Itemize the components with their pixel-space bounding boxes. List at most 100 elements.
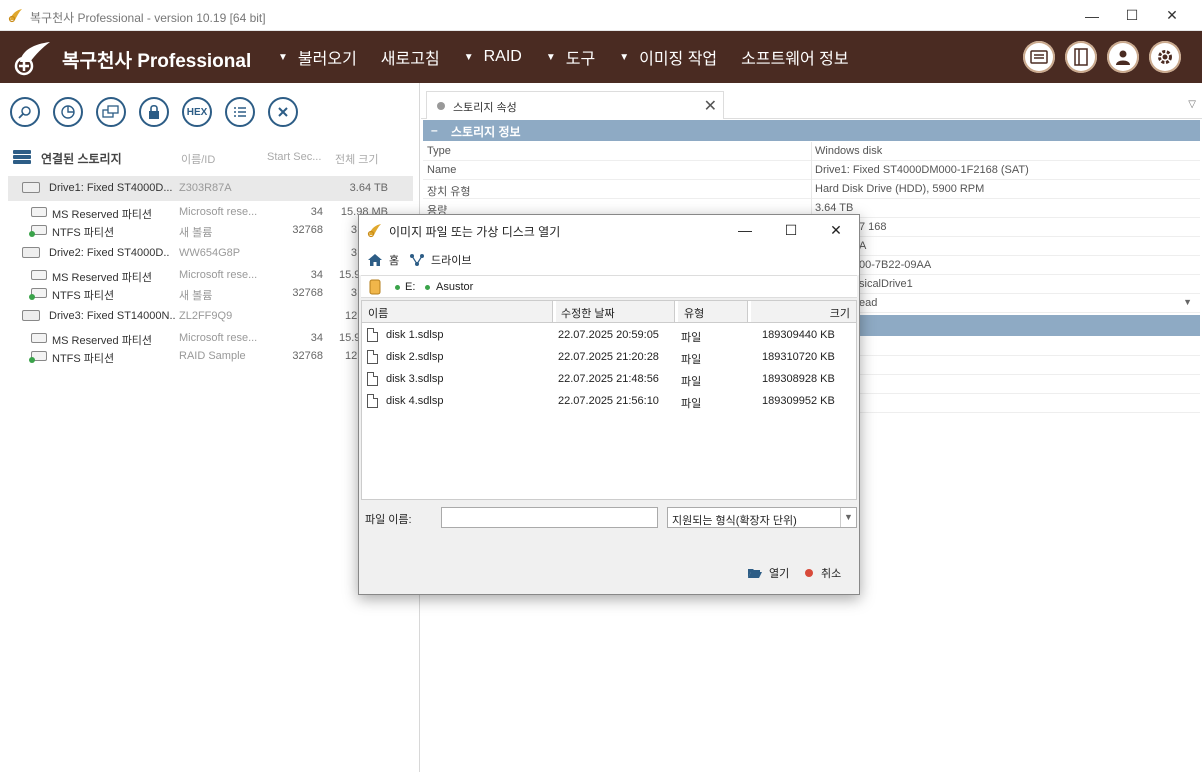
property-key: Type [427,145,451,157]
copy-disk-button[interactable] [96,97,126,127]
list-button[interactable] [225,97,255,127]
partition-row[interactable]: MS Reserved 파티션 Microsoft rese... 34 15.… [0,203,420,221]
file-list: 이름 수정한 날짜 유형 크기 disk 1.sdlsp 22.07.2025 … [361,300,857,500]
lock-icon [149,104,159,119]
folder-open-icon [748,569,762,578]
dropdown-arrow-icon[interactable]: ▼ [1183,297,1192,307]
column-name[interactable]: 이름 [362,301,553,322]
column-start[interactable]: Start Sec... [267,151,321,163]
file-modified: 22.07.2025 20:59:05 [558,329,659,341]
menu-refresh[interactable]: 새로고침 [381,45,440,69]
filetype-select[interactable]: 지원되는 형식(확장자 단위) ▼ [667,507,857,528]
disk-name: Drive3: Fixed ST14000N... [49,310,175,322]
dialog-title: 이미지 파일 또는 가상 디스크 열기 [389,225,561,239]
partition-start: 32768 [292,350,323,362]
file-row[interactable]: disk 4.sdlsp 22.07.2025 21:56:10 파일 1893… [362,391,856,413]
search-button[interactable] [10,97,40,127]
close-storage-button[interactable] [268,97,298,127]
disk-id: WW654G8P [179,247,241,259]
property-row: 장치 유형 Hard Disk Drive (HDD), 5900 RPM [423,180,1200,199]
menu-imaging[interactable]: ▼ 이미징 작업 [619,45,717,69]
tab-menu-icon[interactable]: ▽ [1188,99,1196,110]
partition-chart-button[interactable] [53,97,83,127]
file-type: 파일 [681,354,702,366]
disk-row-drive3[interactable]: Drive3: Fixed ST14000N... ZL2FF9Q9 12 [0,307,420,325]
file-type: 파일 [681,332,702,344]
panel-toggle-button[interactable] [1065,41,1097,73]
title-bar: 복구천사 Professional - version 10.19 [64 bi… [0,0,1202,31]
disk-row-drive1[interactable]: Drive1: Fixed ST4000D... Z303R87A 3.64 T… [8,176,413,201]
column-size[interactable]: 전체 크기 [335,151,379,167]
partition-start: 34 [310,269,323,281]
tab-close-icon[interactable]: ✕ [704,96,717,116]
log-button[interactable] [1023,41,1055,73]
partition-row[interactable]: NTFS 파티션 새 볼륨 32768 3 [0,284,420,302]
dialog-minimize-button[interactable]: — [722,215,768,245]
property-value: 7 168 [859,221,887,233]
property-value: ead [859,297,878,309]
tab-storage-properties[interactable]: 스토리지 속성 ✕ [426,91,724,119]
path-folder[interactable]: Asustor [436,281,473,293]
filename-label: 파일 이름: [365,514,412,526]
property-value: Hard Disk Drive (HDD), 5900 RPM [815,183,985,195]
partition-start: 34 [310,206,323,218]
section-title: 스토리지 정보 [451,125,521,139]
account-button[interactable] [1107,41,1139,73]
menu-about[interactable]: 소프트웨어 정보 [741,45,849,69]
property-value: Windows disk [815,145,883,157]
disk-size: 3 [350,247,357,259]
partition-row[interactable]: NTFS 파티션 새 볼륨 32768 3 [0,221,420,239]
menu-raid[interactable]: ▼ RAID [464,48,522,66]
file-row[interactable]: disk 2.sdlsp 22.07.2025 21:20:28 파일 1893… [362,347,856,369]
close-window-button[interactable]: ✕ [1152,0,1192,31]
partition-id: Microsoft rese... [179,206,258,218]
drives-button[interactable]: 드라이브 [409,252,471,268]
disk-row-drive2[interactable]: Drive2: Fixed ST4000D... WW654G8P 3 [0,244,420,262]
partition-size: 3 [350,224,357,236]
home-button[interactable]: 홈 [367,252,399,268]
partition-id: Microsoft rese... [179,269,258,281]
open-image-dialog: 이미지 파일 또는 가상 디스크 열기 — ☐ ✕ 홈 드라이브 E: Asus… [358,214,860,595]
file-icon [367,350,378,364]
dialog-maximize-button[interactable]: ☐ [768,215,814,245]
open-label: 열기 [769,568,790,580]
column-modified[interactable]: 수정한 날짜 [556,301,675,322]
file-row[interactable]: disk 1.sdlsp 22.07.2025 20:59:05 파일 1893… [362,325,856,347]
file-name: disk 3.sdlsp [386,373,444,385]
file-size: 189309440 KB [762,329,835,341]
user-icon [1116,50,1130,65]
menu-tools[interactable]: ▼ 도구 [546,45,595,69]
minimize-button[interactable]: — [1072,0,1112,31]
window-title: 복구천사 Professional - version 10.19 [64 bi… [30,11,266,25]
menu-load[interactable]: ▼ 불러오기 [278,45,357,69]
partition-row[interactable]: MS Reserved 파티션 Microsoft rese... 34 15.… [0,266,420,284]
file-name: disk 1.sdlsp [386,329,444,341]
lock-button[interactable] [139,97,169,127]
dialog-close-button[interactable]: ✕ [813,215,859,245]
close-icon [278,107,288,117]
section-storage-info[interactable]: – 스토리지 정보 [423,120,1200,141]
file-name: disk 2.sdlsp [386,351,444,363]
maximize-button[interactable]: ☐ [1112,0,1152,31]
column-name-id[interactable]: 이름/ID [181,151,215,167]
partition-row[interactable]: NTFS 파티션 RAID Sample 32768 12 [0,347,420,365]
path-drive[interactable]: E: [405,281,415,293]
storage-panel: HEX 연결된 스토리지 이름/ID Start Sec... 전체 크기 Dr… [0,83,420,772]
file-row[interactable]: disk 3.sdlsp 22.07.2025 21:48:56 파일 1893… [362,369,856,391]
partition-id: RAID Sample [179,350,246,362]
settings-button[interactable] [1149,41,1181,73]
partition-id: 새 볼륨 [179,227,213,239]
partition-start: 32768 [292,287,323,299]
dropdown-arrow-icon: ▼ [619,51,630,63]
cancel-button[interactable]: 취소 [805,565,841,581]
column-type[interactable]: 유형 [678,301,748,322]
file-name: disk 4.sdlsp [386,395,444,407]
file-modified: 22.07.2025 21:20:28 [558,351,659,363]
hex-editor-button[interactable]: HEX [182,97,212,127]
filename-input[interactable] [441,507,658,528]
file-size: 189308928 KB [762,373,835,385]
column-size[interactable]: 크기 [751,301,857,322]
open-button[interactable]: 열기 [747,565,789,581]
partition-row[interactable]: MS Reserved 파티션 Microsoft rese... 34 15.… [0,329,420,347]
list-icon [234,107,246,117]
